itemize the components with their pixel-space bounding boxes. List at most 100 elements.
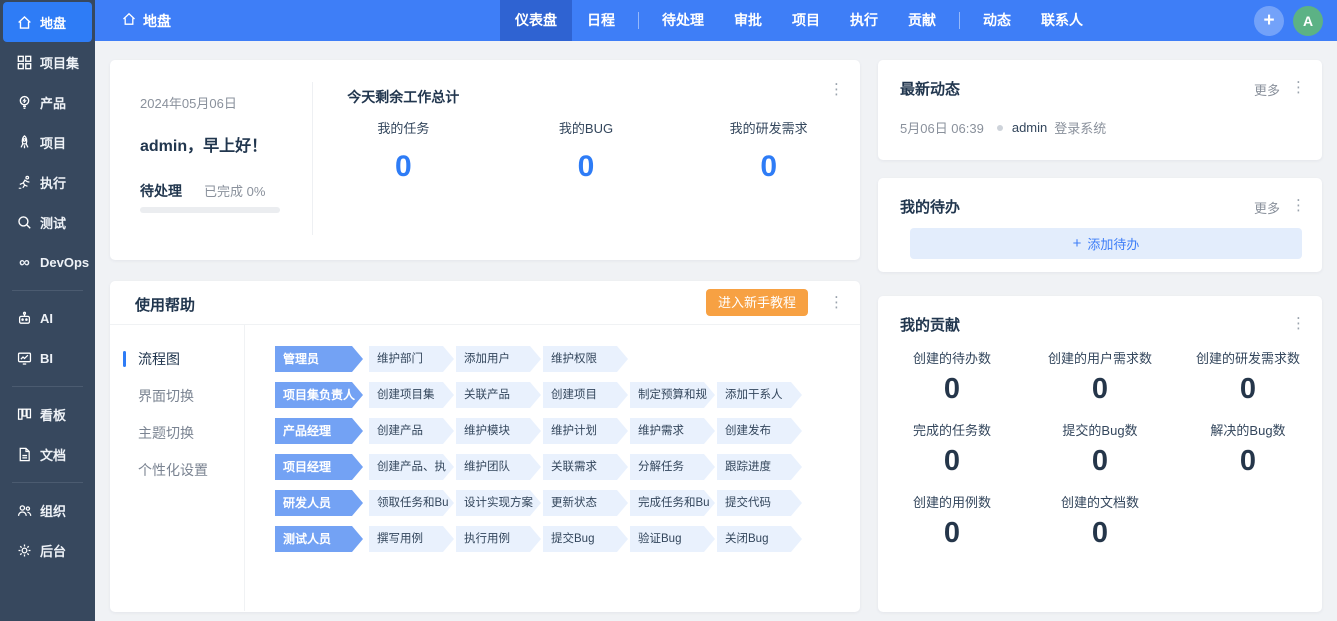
flow-row-admin: 管理员 维护部门 添加用户 维护权限 [275,346,860,372]
flow-step-chip[interactable]: 制定预算和规 [630,382,715,408]
sidebar-item-bi[interactable]: BI [3,338,92,378]
flow-step-chip[interactable]: 维护计划 [543,418,628,444]
kebab-menu-icon[interactable]: ⋮ [1291,316,1306,331]
news-more-link[interactable]: 更多 [1254,80,1280,99]
flow-step-chip[interactable]: 关闭Bug [717,526,802,552]
tab-contacts[interactable]: 联系人 [1026,0,1098,41]
contrib-stat-tasks-finished: 完成的任务数 0 [878,420,1026,478]
help-tab-theme-switch[interactable]: 主题切换 [110,415,244,452]
greeting-card: 2024年05月06日 admin，早上好！ 待处理 已完成 0% 今天剩余工作… [110,60,860,260]
flow-step-chip[interactable]: 提交Bug [543,526,628,552]
tab-execution[interactable]: 执行 [835,0,893,41]
contrib-stat-docs-created: 创建的文档数 0 [1026,492,1174,550]
help-tab-ui-switch[interactable]: 界面切换 [110,378,244,415]
summary-stats: 我的任务 0 我的BUG 0 我的研发需求 0 [312,60,860,260]
flow-step-chip[interactable]: 维护团队 [456,454,541,480]
sidebar-item-project[interactable]: 项目 [3,122,92,162]
flow-step-chip[interactable]: 维护部门 [369,346,454,372]
sidebar-item-ai[interactable]: AI [3,298,92,338]
flow-step-chip[interactable]: 验证Bug [630,526,715,552]
flow-step-chip[interactable]: 添加干系人 [717,382,802,408]
flow-role-chip[interactable]: 研发人员 [275,490,363,516]
tab-todo[interactable]: 待处理 [647,0,719,41]
sidebar-item-label: 执行 [40,173,66,192]
news-card-title: 最新动态 [900,78,960,99]
kebab-menu-icon[interactable]: ⋮ [1291,80,1306,95]
flow-step-chip[interactable]: 创建项目集 [369,382,454,408]
create-button[interactable]: + [1254,6,1284,36]
plus-icon: + [1073,236,1082,251]
sidebar-item-kanban[interactable]: 看板 [3,394,92,434]
avatar[interactable]: A [1293,6,1323,36]
tab-dynamic[interactable]: 动态 [968,0,1026,41]
tab-dashboard[interactable]: 仪表盘 [500,0,572,41]
sidebar-item-admin[interactable]: 后台 [3,530,92,570]
flow-step-chip[interactable]: 关联需求 [543,454,628,480]
sidebar-divider [12,474,83,490]
flow-step-chip[interactable]: 完成任务和Bu [630,490,715,516]
stat-value[interactable]: 0 [312,150,495,184]
help-tab-flowchart[interactable]: 流程图 [110,341,244,378]
add-todo-button[interactable]: + 添加待办 [910,228,1302,259]
sidebar-item-dashboard[interactable]: 地盘 [3,2,92,42]
flow-role-chip[interactable]: 项目经理 [275,454,363,480]
flow-step-chip[interactable]: 添加用户 [456,346,541,372]
greeting-text: admin，早上好！ [140,132,267,156]
sidebar-item-program[interactable]: 项目集 [3,42,92,82]
contrib-stat-bugs-resolved: 解决的Bug数 0 [1174,420,1322,478]
tab-project[interactable]: 项目 [777,0,835,41]
tutorial-button[interactable]: 进入新手教程 [706,289,808,316]
sidebar-item-doc[interactable]: 文档 [3,434,92,474]
stat-value[interactable]: 0 [677,150,860,184]
kebab-menu-icon[interactable]: ⋮ [829,295,844,310]
kebab-menu-icon[interactable]: ⋮ [829,82,844,97]
flow-step-chip[interactable]: 维护模块 [456,418,541,444]
flow-step-chip[interactable]: 提交代码 [717,490,802,516]
flowchart: 管理员 维护部门 添加用户 维护权限 项目集负责人 创建项目集 关联产品 创建项… [245,325,860,611]
stat-label: 我的研发需求 [677,118,860,137]
flow-step-chip[interactable]: 维护需求 [630,418,715,444]
flow-step-chip[interactable]: 关联产品 [456,382,541,408]
kebab-menu-icon[interactable]: ⋮ [1291,198,1306,213]
magnifier-icon [16,214,33,231]
flow-step-chip[interactable]: 执行用例 [456,526,541,552]
flow-role-chip[interactable]: 项目集负责人 [275,382,363,408]
flow-step-chip[interactable]: 维护权限 [543,346,628,372]
flow-step-chip[interactable]: 跟踪进度 [717,454,802,480]
sidebar-item-product[interactable]: 产品 [3,82,92,122]
flow-role-chip[interactable]: 管理员 [275,346,363,372]
plus-icon: + [1263,11,1274,30]
flow-step-chip[interactable]: 创建发布 [717,418,802,444]
flow-step-chip[interactable]: 撰写用例 [369,526,454,552]
sidebar-item-qa[interactable]: 测试 [3,202,92,242]
flow-step-chip[interactable]: 领取任务和Bu [369,490,454,516]
news-user[interactable]: admin [1012,120,1047,135]
flow-role-chip[interactable]: 产品经理 [275,418,363,444]
todo-more-link[interactable]: 更多 [1254,198,1280,217]
tab-review[interactable]: 审批 [719,0,777,41]
sidebar-item-execution[interactable]: 执行 [3,162,92,202]
news-action: 登录系统 [1054,118,1106,137]
sidebar-item-label: 项目集 [40,53,79,72]
flow-step-chip[interactable]: 创建产品 [369,418,454,444]
home-icon [16,14,33,31]
sidebar-item-devops[interactable]: ∞ DevOps [3,242,92,282]
sidebar-item-org[interactable]: 组织 [3,490,92,530]
sidebar-divider [12,282,83,298]
flow-role-chip[interactable]: 测试人员 [275,526,363,552]
main-content: 2024年05月06日 admin，早上好！ 待处理 已完成 0% 今天剩余工作… [95,41,1337,621]
todo-card-title: 我的待办 [900,196,960,217]
flow-step-chip[interactable]: 分解任务 [630,454,715,480]
stat-value[interactable]: 0 [495,150,678,184]
flow-step-chip[interactable]: 设计实现方案 [456,490,541,516]
sidebar-item-label: 地盘 [40,13,66,32]
flow-row-developer: 研发人员 领取任务和Bu 设计实现方案 更新状态 完成任务和Bu 提交代码 [275,490,860,516]
flow-step-chip[interactable]: 创建项目 [543,382,628,408]
flow-step-chip[interactable]: 创建产品、执 [369,454,454,480]
sidebar-item-label: 项目 [40,133,66,152]
document-icon [16,446,33,463]
flow-step-chip[interactable]: 更新状态 [543,490,628,516]
help-tab-personalize[interactable]: 个性化设置 [110,452,244,489]
tab-contribute[interactable]: 贡献 [893,0,951,41]
tab-calendar[interactable]: 日程 [572,0,630,41]
